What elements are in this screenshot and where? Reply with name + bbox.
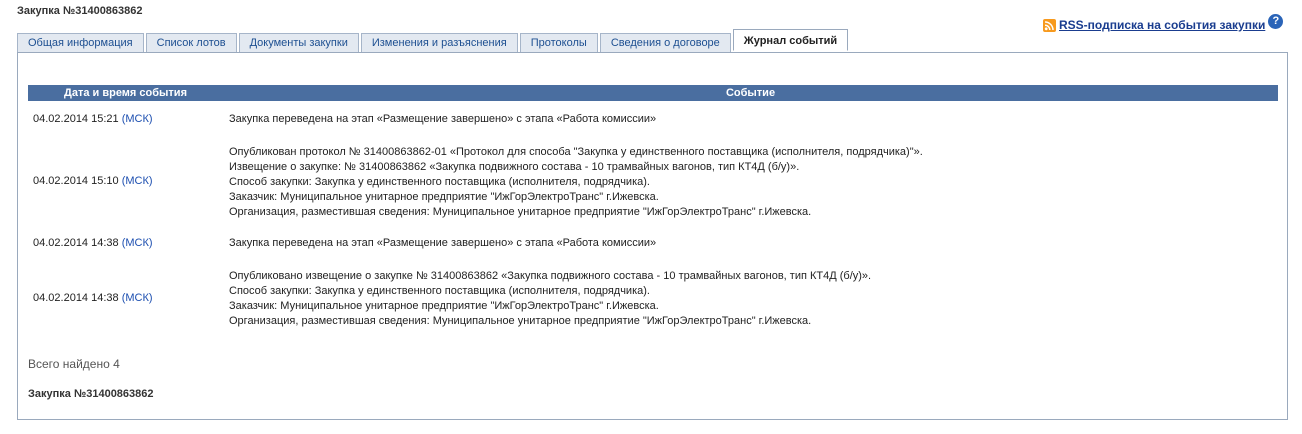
table-row: 04.02.2014 14:38 (МСК) Опубликовано изве… — [28, 269, 1278, 329]
table-row: 04.02.2014 14:38 (МСК) Закупка переведен… — [28, 236, 1278, 252]
rss-subscription[interactable]: RSS-подписка на события закупки ? — [1043, 13, 1284, 32]
event-datetime: 04.02.2014 14:38 (МСК) — [33, 292, 153, 304]
help-icon[interactable]: ? — [1268, 13, 1284, 29]
table-header: Дата и время события Событие — [28, 85, 1278, 101]
tab-lots[interactable]: Список лотов — [145, 33, 237, 52]
tab-documents[interactable]: Документы закупки — [238, 33, 359, 52]
rss-icon[interactable] — [1043, 18, 1056, 32]
table-row: 04.02.2014 15:10 (МСК) Опубликован прото… — [28, 145, 1278, 221]
column-header-datetime[interactable]: Дата и время события — [28, 85, 223, 101]
tab-general-info[interactable]: Общая информация — [17, 33, 144, 52]
tab-bar: Общая информация Список лотов Документы … — [17, 29, 850, 53]
event-description: Опубликован протокол № 31400863862-01 «П… — [229, 146, 923, 218]
event-datetime: 04.02.2014 14:38 (МСК) — [33, 237, 153, 249]
tab-contract[interactable]: Сведения о договоре — [599, 33, 731, 52]
timezone-label: (МСК) — [121, 237, 153, 249]
event-datetime: 04.02.2014 15:10 (МСК) — [33, 175, 153, 187]
table-row: 04.02.2014 15:21 (МСК) Закупка переведен… — [28, 112, 1278, 128]
results-count: Всего найдено 4 — [28, 357, 120, 371]
timezone-label: (МСК) — [121, 113, 153, 125]
tab-changes[interactable]: Изменения и разъяснения — [360, 33, 518, 52]
page-title: Закупка №31400863862 — [17, 5, 143, 17]
column-header-event[interactable]: Событие — [223, 85, 1278, 101]
timezone-label: (МСК) — [121, 292, 153, 304]
rss-link[interactable]: RSS-подписка на события закупки — [1059, 18, 1265, 32]
tab-protocols[interactable]: Протоколы — [519, 33, 598, 52]
footer-title: Закупка №31400863862 — [28, 388, 154, 400]
tab-event-log[interactable]: Журнал событий — [732, 29, 849, 51]
event-datetime: 04.02.2014 15:21 (МСК) — [33, 113, 153, 125]
event-description: Закупка переведена на этап «Размещение з… — [229, 113, 657, 125]
event-description: Опубликовано извещение о закупке № 31400… — [229, 270, 872, 327]
timezone-label: (МСК) — [121, 175, 153, 187]
event-description: Закупка переведена на этап «Размещение з… — [229, 237, 657, 249]
